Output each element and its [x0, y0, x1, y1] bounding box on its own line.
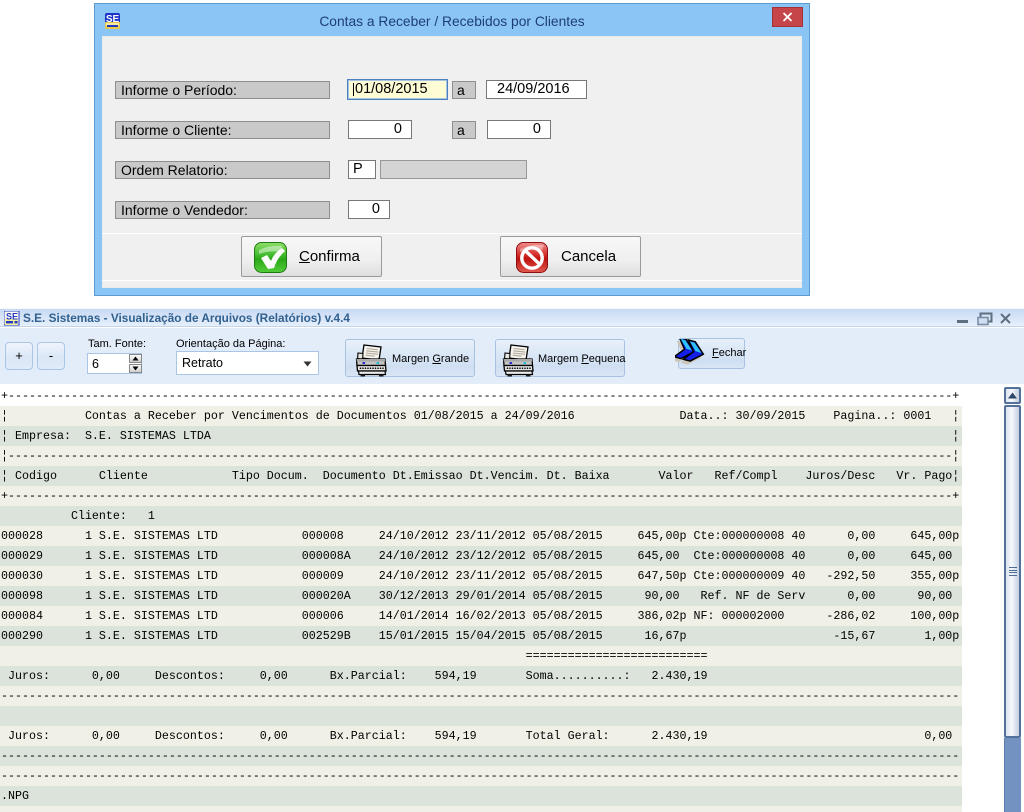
svg-text:SE: SE	[106, 14, 120, 25]
svg-text:SE: SE	[6, 312, 18, 322]
